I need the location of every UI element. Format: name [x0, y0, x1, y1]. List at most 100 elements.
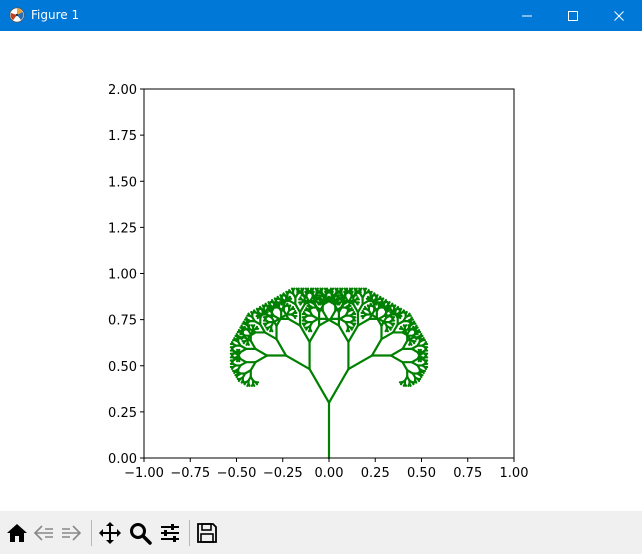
tree-branch: [340, 292, 344, 297]
tree-branch: [389, 347, 404, 357]
maximize-button[interactable]: [550, 0, 596, 31]
tree-branch: [392, 304, 397, 309]
tree-branch: [378, 302, 383, 307]
x-tick-label: −0.50: [217, 466, 257, 481]
y-axis: 0.00 0.25 0.50 0.75 1.00 1.25 1.50 1.75 2.00: [108, 83, 144, 467]
tree-branch: [240, 379, 244, 384]
tree-branch: [288, 289, 292, 294]
configure-subplots-button[interactable]: [157, 520, 183, 546]
x-tick-label: 1.00: [500, 466, 529, 481]
tree-branch: [414, 327, 418, 332]
save-button[interactable]: [194, 520, 220, 546]
tree-branch: [235, 332, 239, 338]
tree-branch: [418, 348, 423, 353]
tree-branch: [263, 311, 268, 316]
tree-branch: [346, 305, 351, 310]
home-button[interactable]: [4, 520, 30, 546]
y-tick-label: 2.00: [108, 83, 137, 98]
y-tick-label: 0.50: [108, 360, 137, 375]
zoom-button[interactable]: [127, 520, 153, 546]
tree-branch: [321, 309, 329, 320]
tree-branch: [401, 339, 409, 350]
tree-branch: [369, 302, 373, 307]
tree-branch: [390, 309, 394, 314]
tree-branch: [246, 382, 250, 387]
tree-branch: [398, 307, 403, 312]
tree-branch: [307, 328, 312, 333]
tree-branch: [275, 337, 288, 357]
tree-branch: [292, 287, 296, 292]
tree-branch: [366, 295, 371, 300]
tree-branch: [340, 287, 344, 292]
tree-branch: [235, 371, 240, 376]
tree-branch: [230, 341, 235, 346]
minimize-button[interactable]: [504, 0, 550, 31]
tree-branch: [394, 307, 398, 312]
tree-branch: [287, 317, 302, 327]
tree-branch: [249, 361, 257, 372]
tree-branch: [301, 287, 305, 292]
x-tick-label: 0.25: [361, 466, 390, 481]
tree-branch: [270, 298, 275, 304]
tree-branch: [307, 302, 311, 308]
close-button[interactable]: [596, 0, 642, 31]
y-tick-label: 1.25: [108, 221, 137, 236]
tree-branch: [251, 324, 256, 329]
tree-branch: [330, 287, 335, 292]
toolbar-separator: [189, 520, 190, 546]
tree-branch: [401, 361, 409, 372]
magnifier-icon: [130, 523, 152, 545]
tree-branch: [370, 294, 375, 299]
x-tick-label: −0.25: [263, 466, 303, 481]
tree-branch: [363, 287, 368, 292]
tree-branch: [419, 373, 423, 379]
tree-branch: [409, 319, 413, 324]
tree-branch: [280, 296, 284, 301]
floppy-disk-icon: [197, 523, 217, 543]
figure-canvas[interactable]: −1.00 −0.75 −0.50 −0.25 0.00 0.25 0.50 0.75 1.00…: [0, 31, 642, 511]
matplotlib-logo-icon: [9, 7, 25, 23]
tree-branch: [311, 287, 315, 292]
tree-branch: [373, 301, 377, 306]
tree-branch: [329, 309, 337, 320]
tree-branch: [349, 326, 353, 331]
tree-branch: [276, 295, 280, 300]
tree-branch: [282, 292, 286, 297]
tree-branch: [338, 296, 342, 301]
tree-branch: [388, 326, 392, 331]
close-icon: [614, 10, 624, 21]
tree-branch: [384, 328, 388, 333]
pan-button[interactable]: [97, 520, 123, 546]
move-icon: [99, 522, 121, 544]
tree-branch: [355, 301, 359, 306]
forward-button[interactable]: [58, 520, 84, 546]
tree-branch: [263, 331, 278, 341]
tree-branch: [258, 305, 263, 311]
tree-branch: [423, 365, 428, 371]
tree-branch: [346, 289, 350, 294]
tree-branch: [375, 294, 379, 299]
y-tick-label: 1.75: [108, 129, 137, 144]
minimize-icon: [522, 15, 532, 16]
tree-branch: [349, 287, 354, 292]
tree-branch: [359, 287, 363, 292]
tree-branch: [299, 296, 303, 301]
tree-branch: [369, 290, 373, 295]
tree-branch: [254, 347, 269, 357]
tree-branch: [327, 367, 350, 404]
tree-branch: [407, 382, 411, 387]
y-tick-label: 0.00: [108, 452, 137, 467]
y-tick-label: 1.50: [108, 175, 137, 190]
tree-branch: [336, 289, 340, 294]
tree-branch: [351, 322, 356, 327]
window-title: Figure 1: [31, 8, 80, 22]
tree-branch: [320, 287, 324, 292]
tree-branch: [254, 354, 269, 364]
tree-branch: [288, 304, 292, 309]
y-tick-label: 0.25: [108, 406, 137, 421]
tree-branch: [380, 331, 395, 341]
tree-branch: [308, 367, 331, 404]
back-button[interactable]: [31, 520, 57, 546]
tree-branch: [250, 382, 255, 387]
tree-branch: [356, 317, 371, 327]
